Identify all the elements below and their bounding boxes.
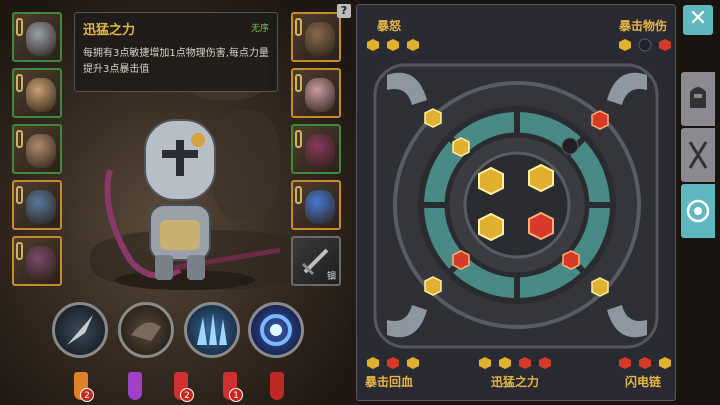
right-equipment-slot-1[interactable] [291, 12, 341, 62]
gold-gem-5[interactable] [478, 212, 504, 242]
chain-link-icon [16, 18, 23, 36]
vortex-blast-icon [260, 314, 292, 346]
tooltip-status: 无序 [250, 24, 269, 34]
chain-link-icon [295, 18, 302, 36]
chain-link-icon [16, 74, 23, 92]
set-indicator-top-right [619, 38, 671, 52]
consumable-slot-4[interactable]: 1 [215, 368, 245, 402]
set-indicator-bottom-left [367, 357, 419, 369]
empty-socket-1[interactable] [561, 137, 579, 155]
red-gem-4[interactable] [562, 250, 580, 270]
right-equipment-slot-3[interactable] [291, 124, 341, 174]
gold-gem-3[interactable] [478, 166, 504, 196]
purple-potion-icon [128, 372, 142, 400]
skill-4[interactable] [248, 302, 304, 358]
skill-2[interactable] [118, 302, 174, 358]
chain-link-icon [295, 130, 302, 148]
tab-gem-socket[interactable] [681, 184, 715, 238]
shadow-claw-icon [131, 322, 161, 341]
left-equipment-slot-5[interactable] [12, 236, 62, 286]
boots-icon [305, 134, 335, 168]
left-equipment-slot-3[interactable] [12, 124, 62, 174]
locked-weapon-slot[interactable]: 锢 [291, 236, 341, 286]
left-equipment-slot-4[interactable] [12, 180, 62, 230]
consumable-slot-3[interactable]: 2 [166, 368, 196, 402]
help-button[interactable]: ? [337, 4, 351, 18]
helmet-tab-icon [690, 87, 706, 108]
left-equipment-slot-2[interactable] [12, 68, 62, 118]
skill-tooltip: 迅猛之力 无序 每拥有3点敏捷增加1点物理伤害,每点力量提升3点暴击值 [74, 12, 278, 92]
set-indicator-top-left [367, 39, 419, 51]
left-equipment-slot-1[interactable] [12, 12, 62, 62]
knight-helmet-icon [26, 22, 56, 56]
socket-board[interactable] [357, 5, 677, 402]
tooltip-description: 每拥有3点敏捷增加1点物理伤害,每点力量提升3点暴击值 [83, 48, 269, 75]
tab-weapons[interactable] [681, 128, 715, 182]
tab-equipment[interactable] [681, 72, 715, 126]
spear-strike-icon [67, 315, 93, 345]
red-vial-icon [270, 372, 284, 400]
set-indicator-bottom-right [619, 357, 671, 369]
gold-gem-1[interactable] [424, 108, 442, 128]
right-equipment-slot-2[interactable] [291, 68, 341, 118]
set-indicator-bottom-center [479, 357, 551, 369]
ice-spikes-icon [197, 313, 227, 345]
bow-icon [26, 246, 56, 280]
gold-gem-7[interactable] [591, 277, 609, 297]
locked-slot-label: 锢 [326, 272, 336, 282]
item-count-badge: 1 [229, 388, 243, 402]
item-count-badge: 2 [80, 388, 94, 402]
item-count-badge: 2 [180, 388, 194, 402]
consumable-slot-5[interactable] [262, 368, 292, 402]
chain-link-icon [16, 242, 23, 260]
gem-socket-panel: 暴怒 暴击物伤 暴击回血 迅猛之力 闪电链 [356, 4, 676, 401]
red-gem-2[interactable] [528, 211, 554, 241]
gold-gem-2[interactable] [452, 137, 470, 157]
chest-armor-icon [26, 78, 56, 112]
skill-3[interactable] [184, 302, 240, 358]
leg-armor-icon [26, 134, 56, 168]
consumable-slot-2[interactable] [120, 368, 150, 402]
gold-gem-4[interactable] [528, 163, 554, 193]
tooltip-title: 迅猛之力 [83, 23, 136, 38]
close-button[interactable]: ✕ [683, 5, 713, 35]
chain-link-icon [16, 186, 23, 204]
crossed-swords-tab-icon [688, 141, 708, 169]
shoulder-armor-icon [305, 22, 335, 56]
right-equipment-slot-4[interactable] [291, 180, 341, 230]
knight-character [104, 119, 281, 290]
chain-link-icon [295, 74, 302, 92]
gloves-icon [305, 78, 335, 112]
gold-gem-6[interactable] [424, 276, 442, 296]
consumable-slot-1[interactable]: 2 [66, 368, 96, 402]
gem-socket-tab-icon [686, 199, 710, 223]
red-gem-1[interactable] [591, 110, 609, 130]
crossbow-icon [26, 190, 56, 224]
chain-link-icon [295, 186, 302, 204]
red-gem-3[interactable] [452, 250, 470, 270]
skill-1[interactable] [52, 302, 108, 358]
chain-link-icon [16, 130, 23, 148]
sapphire-ring-icon [305, 190, 335, 224]
